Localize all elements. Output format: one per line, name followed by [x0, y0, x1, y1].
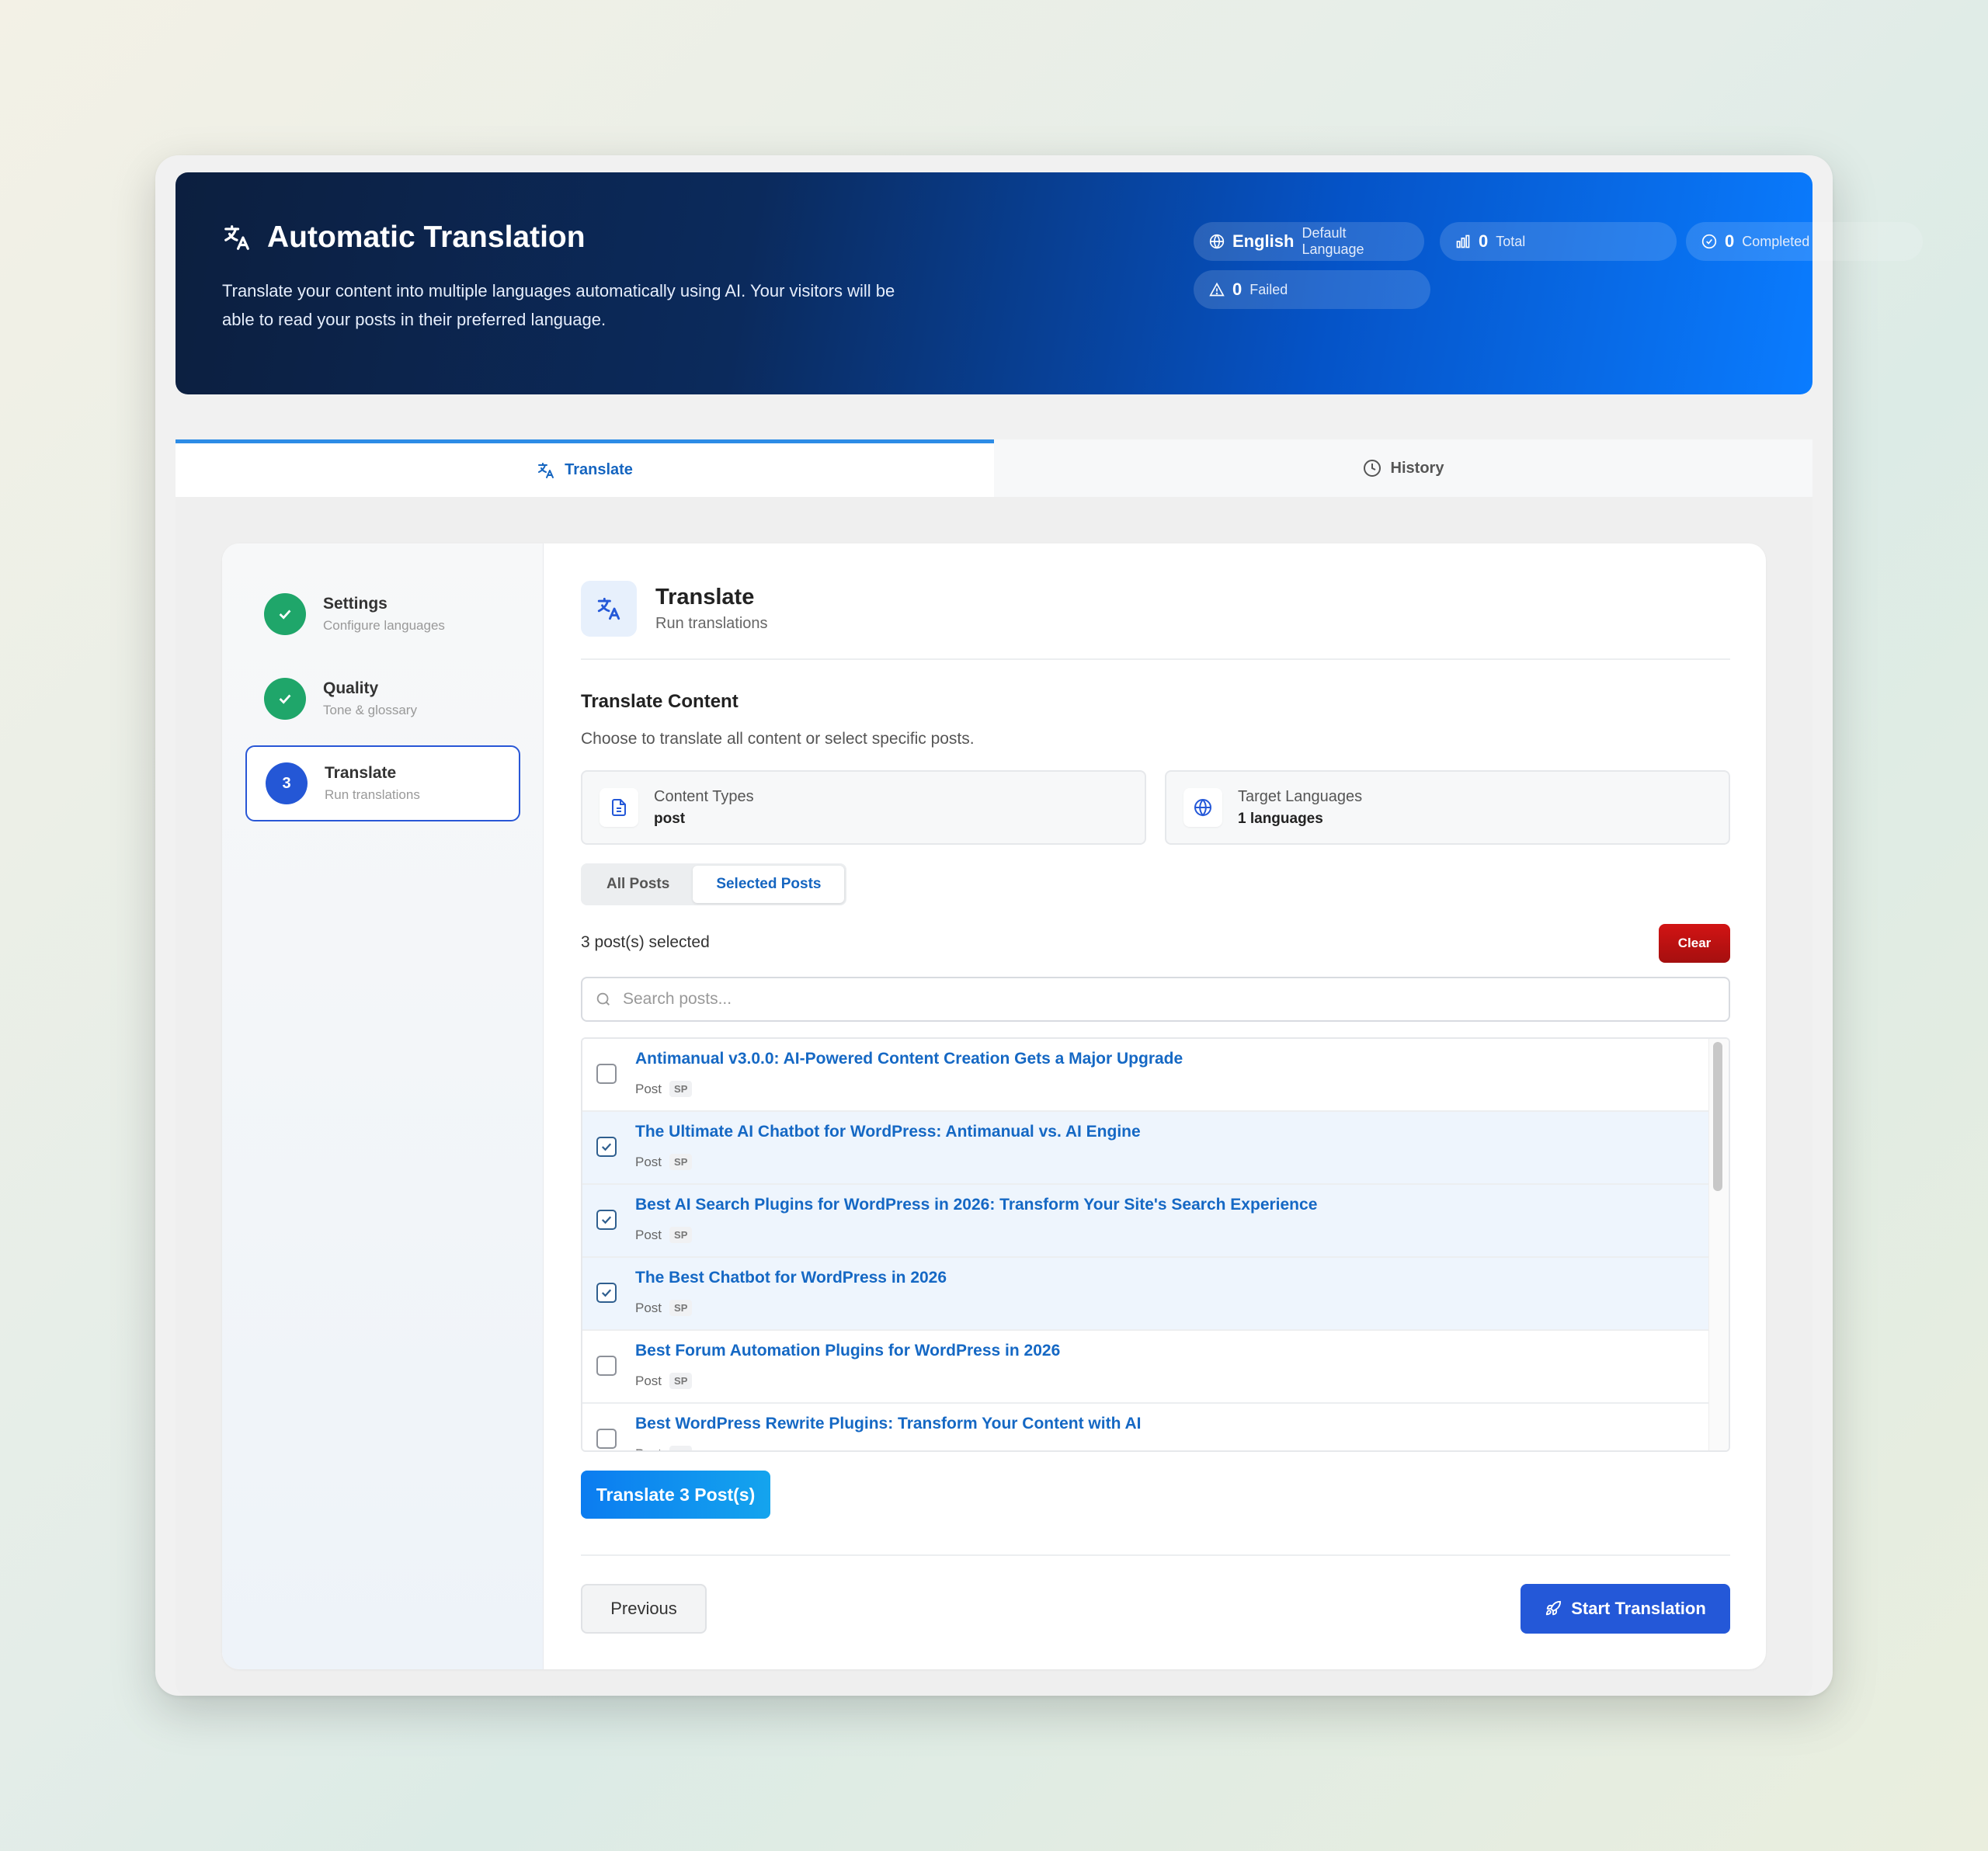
language-badge: SP [669, 1227, 693, 1243]
post-row[interactable]: Antimanual v3.0.0: AI-Powered Content Cr… [582, 1039, 1710, 1112]
wizard-card: Settings Configure languages Quality Ton… [222, 543, 1766, 1669]
previous-button[interactable]: Previous [581, 1584, 707, 1634]
post-title[interactable]: The Ultimate AI Chatbot for WordPress: A… [635, 1123, 1141, 1141]
step-quality[interactable]: Quality Tone & glossary [245, 661, 520, 737]
check-icon [601, 1143, 612, 1151]
tab-bar: Translate History [176, 439, 1812, 497]
post-checkbox[interactable] [596, 1064, 617, 1084]
divider [581, 658, 1730, 660]
clock-icon [1363, 460, 1381, 477]
globe-icon [1209, 234, 1225, 249]
language-badge: SP [669, 1154, 693, 1170]
check-circle-icon [1701, 234, 1717, 249]
selected-count: 3 post(s) selected [581, 933, 710, 951]
post-title[interactable]: Best Forum Automation Plugins for WordPr… [635, 1342, 1060, 1360]
clear-button[interactable]: Clear [1659, 924, 1730, 963]
target-languages-box: Target Languages 1 languages [1165, 770, 1730, 845]
post-mode-toggle: All Posts Selected Posts [581, 863, 847, 905]
document-icon [600, 788, 638, 827]
post-title[interactable]: Best WordPress Rewrite Plugins: Transfor… [635, 1415, 1141, 1433]
step-complete-badge [264, 678, 306, 720]
selected-posts-option[interactable]: Selected Posts [693, 866, 845, 903]
post-title[interactable]: Antimanual v3.0.0: AI-Powered Content Cr… [635, 1050, 1183, 1068]
tab-history[interactable]: History [994, 439, 1812, 497]
stat-failed: 0 Failed [1194, 270, 1430, 309]
post-type: Post [635, 1373, 662, 1388]
panel-subtitle: Run translations [655, 615, 768, 632]
language-badge: SP [669, 1446, 693, 1450]
tab-content: Settings Configure languages Quality Ton… [176, 497, 1812, 1696]
translate-icon [538, 462, 554, 478]
panel-title: Translate [655, 585, 755, 609]
page-description: Translate your content into multiple lan… [222, 281, 895, 329]
post-checkbox[interactable] [596, 1356, 617, 1376]
search-input[interactable] [623, 990, 1694, 1009]
language-badge: SP [669, 1373, 693, 1389]
all-posts-option[interactable]: All Posts [583, 866, 693, 903]
post-title[interactable]: Best AI Search Plugins for WordPress in … [635, 1196, 1317, 1214]
translate-icon [597, 597, 620, 620]
post-checkbox[interactable] [596, 1429, 617, 1449]
translate-posts-button[interactable]: Translate 3 Post(s) [581, 1471, 770, 1519]
list-scrollbar[interactable] [1708, 1039, 1729, 1450]
step-complete-badge [264, 593, 306, 635]
post-row[interactable]: The Ultimate AI Chatbot for WordPress: A… [582, 1112, 1710, 1185]
post-row[interactable]: Best WordPress Rewrite Plugins: Transfor… [582, 1404, 1710, 1451]
check-icon [279, 694, 291, 704]
language-badge: SP [669, 1081, 693, 1097]
check-icon [601, 1216, 612, 1224]
content-types-box: Content Types post [581, 770, 1146, 845]
post-checkbox[interactable] [596, 1283, 617, 1303]
page-title: Automatic Translation [222, 221, 586, 255]
check-icon [279, 609, 291, 620]
post-row[interactable]: The Best Chatbot for WordPress in 2026 P… [582, 1258, 1710, 1331]
bar-chart-icon [1456, 234, 1470, 248]
post-type: Post [635, 1300, 662, 1315]
stat-completed: 0 Completed [1686, 222, 1923, 261]
post-row[interactable]: Best AI Search Plugins for WordPress in … [582, 1185, 1710, 1258]
section-description: Choose to translate all content or selec… [581, 730, 975, 748]
stat-default-language: English Default Language [1194, 222, 1424, 261]
panel-header: Translate Run translations [581, 581, 768, 637]
globe-icon [1183, 788, 1222, 827]
scrollbar-thumb[interactable] [1713, 1042, 1722, 1191]
translate-icon [224, 225, 249, 250]
post-type: Post [635, 1446, 662, 1451]
section-title: Translate Content [581, 691, 739, 712]
divider [581, 1554, 1730, 1556]
stat-total: 0 Total [1440, 222, 1677, 261]
post-type: Post [635, 1154, 662, 1169]
app-window: Automatic Translation Translate your con… [155, 155, 1923, 1696]
post-type: Post [635, 1227, 662, 1242]
tab-translate[interactable]: Translate [176, 439, 994, 497]
rocket-icon [1546, 1600, 1562, 1616]
start-translation-button[interactable]: Start Translation [1521, 1584, 1730, 1634]
post-type: Post [635, 1081, 662, 1096]
post-checkbox[interactable] [596, 1137, 617, 1157]
main-panel: Translate Run translations Translate Con… [581, 543, 1730, 1669]
search-box [581, 977, 1730, 1022]
post-checkbox[interactable] [596, 1210, 617, 1230]
step-settings[interactable]: Settings Configure languages [245, 576, 520, 652]
steps-sidebar: Settings Configure languages Quality Ton… [222, 543, 544, 1669]
warning-icon [1209, 282, 1225, 297]
language-badge: SP [669, 1300, 693, 1316]
check-icon [601, 1289, 612, 1297]
step-number-badge: 3 [266, 762, 308, 804]
search-icon [596, 992, 610, 1005]
post-row[interactable]: Best Forum Automation Plugins for WordPr… [582, 1331, 1710, 1404]
step-translate[interactable]: 3 Translate Run translations [245, 745, 520, 821]
post-title[interactable]: The Best Chatbot for WordPress in 2026 [635, 1269, 947, 1287]
panel-icon [581, 581, 637, 637]
header-banner: Automatic Translation Translate your con… [176, 172, 1923, 394]
post-list: Antimanual v3.0.0: AI-Powered Content Cr… [581, 1037, 1730, 1452]
